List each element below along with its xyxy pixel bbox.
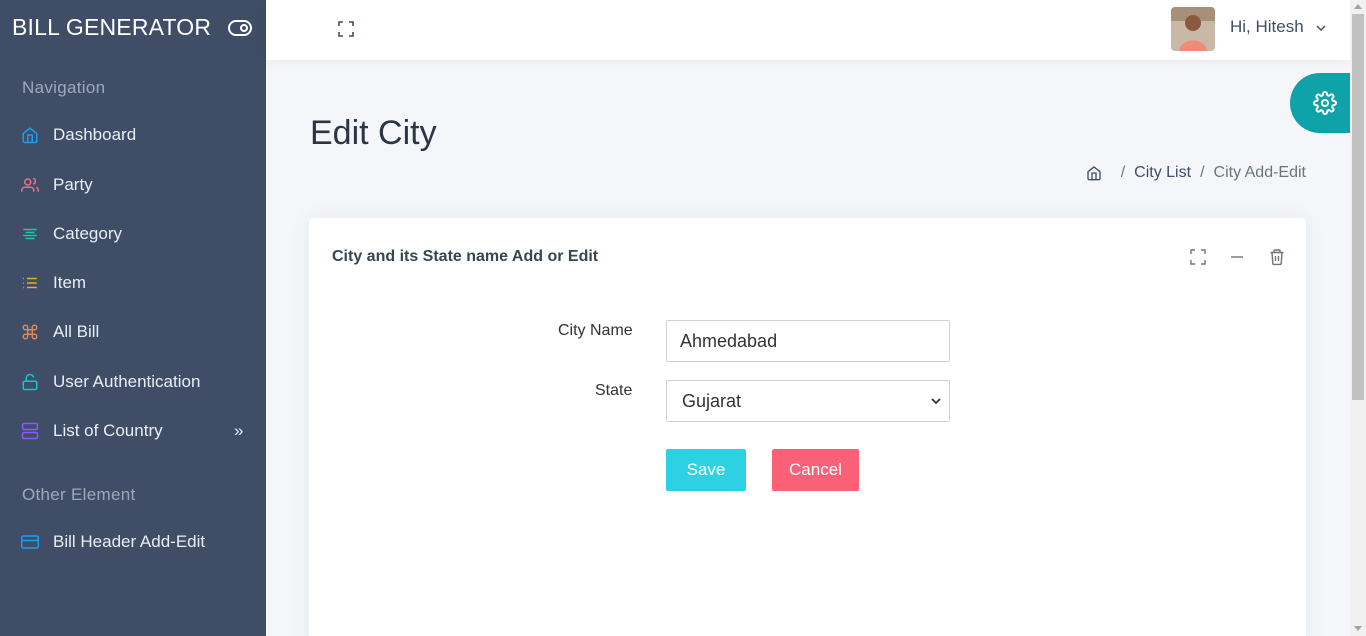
save-button[interactable]: Save xyxy=(666,449,746,491)
state-select[interactable]: Gujarat xyxy=(666,380,950,422)
users-icon xyxy=(21,177,39,192)
maximize-icon[interactable] xyxy=(1189,248,1207,266)
command-icon xyxy=(22,324,38,340)
sidebar-item-label: Item xyxy=(53,273,87,292)
sidebar-item-bill-header[interactable]: Bill Header Add-Edit xyxy=(0,522,266,562)
sidebar-item-label: User Authentication xyxy=(53,372,201,391)
home-icon xyxy=(22,127,38,144)
sidebar-item-label: Bill Header Add-Edit xyxy=(53,532,206,551)
city-form-card: City and its State name Add or Edit City… xyxy=(309,218,1306,636)
chevron-down-icon xyxy=(931,398,941,405)
nav-caption-other: Other Element xyxy=(22,485,136,504)
trash-icon[interactable] xyxy=(1268,248,1286,266)
minimize-icon[interactable] xyxy=(1228,248,1246,266)
vertical-scrollbar[interactable] xyxy=(1350,0,1366,636)
page-title: Edit City xyxy=(310,114,437,152)
state-label: State xyxy=(595,382,633,399)
chevrons-right-icon: » xyxy=(234,421,244,440)
unlock-icon xyxy=(22,373,38,391)
sidebar-item-dashboard[interactable]: Dashboard xyxy=(0,115,266,155)
sidebar-item-category[interactable]: Category xyxy=(0,214,266,254)
sidebar-item-item[interactable]: Item xyxy=(0,263,266,303)
sidebar-item-label: Party xyxy=(53,175,93,194)
user-greeting[interactable]: Hi, Hitesh xyxy=(1230,17,1304,37)
sidebar-item-label: All Bill xyxy=(53,322,100,341)
brand-title: BILL GENERATOR xyxy=(12,14,212,40)
breadcrumb: / City List / City Add-Edit xyxy=(1086,162,1306,184)
credit-card-icon xyxy=(21,535,39,549)
sidebar-item-label: Dashboard xyxy=(53,125,137,144)
sidebar: BILL GENERATOR Navigation Dashboard Part… xyxy=(0,0,266,636)
sidebar-item-all-bill[interactable]: All Bill xyxy=(0,312,266,352)
settings-button[interactable] xyxy=(1290,73,1350,133)
server-icon xyxy=(21,422,39,440)
home-icon[interactable] xyxy=(1086,165,1102,181)
align-center-icon xyxy=(23,228,37,240)
city-name-label: City Name xyxy=(558,322,633,339)
gear-icon xyxy=(1313,91,1337,115)
nav-caption-navigation: Navigation xyxy=(22,78,106,97)
sidebar-item-party[interactable]: Party xyxy=(0,165,266,205)
chevron-down-icon[interactable] xyxy=(1316,24,1326,32)
city-name-input[interactable] xyxy=(666,320,950,362)
breadcrumb-separator: / xyxy=(1200,164,1205,181)
scroll-down-icon[interactable] xyxy=(1354,626,1362,631)
list-icon xyxy=(23,277,37,289)
scroll-thumb[interactable] xyxy=(1352,14,1364,400)
sidebar-item-user-authentication[interactable]: User Authentication xyxy=(0,362,266,402)
scroll-up-icon[interactable] xyxy=(1354,4,1362,9)
state-selected-value: Gujarat xyxy=(682,390,742,411)
breadcrumb-separator: / xyxy=(1120,164,1126,181)
avatar[interactable] xyxy=(1171,7,1215,51)
sidebar-item-label: Category xyxy=(53,224,122,243)
breadcrumb-city-list[interactable]: City List xyxy=(1134,164,1191,182)
toggle-icon[interactable] xyxy=(228,19,252,37)
sidebar-item-list-of-country[interactable]: List of Country » xyxy=(0,411,266,451)
top-header: Hi, Hitesh xyxy=(266,0,1350,60)
fullscreen-icon[interactable] xyxy=(338,21,354,37)
card-title: City and its State name Add or Edit xyxy=(332,248,599,265)
breadcrumb-current: City Add-Edit xyxy=(1213,164,1306,181)
sidebar-item-label: List of Country xyxy=(53,421,163,440)
cancel-button[interactable]: Cancel xyxy=(772,449,859,491)
